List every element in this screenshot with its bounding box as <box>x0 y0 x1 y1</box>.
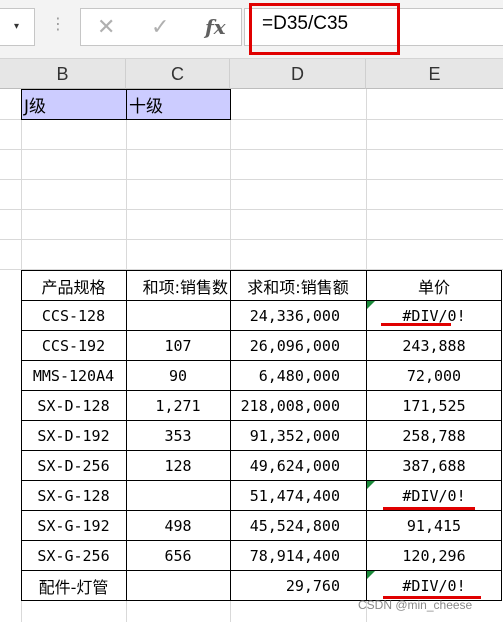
table-cell-spec[interactable]: SX-G-256 <box>21 541 126 570</box>
table-cell-qty[interactable]: 353 <box>126 421 230 450</box>
table-cell-spec[interactable]: SX-D-128 <box>21 391 126 420</box>
enter-icon[interactable]: ✓ <box>151 15 169 40</box>
table-cell-amount[interactable]: 6,480,000 <box>230 361 366 390</box>
table-cell-price-error[interactable]: #DIV/0! <box>366 481 502 510</box>
table-cell-spec[interactable]: SX-D-192 <box>21 421 126 450</box>
column-header-e[interactable]: E <box>366 59 503 89</box>
table-cell-qty[interactable]: 498 <box>126 511 230 540</box>
table-cell-amount[interactable]: 45,524,800 <box>230 511 366 540</box>
table-cell-qty[interactable] <box>126 301 230 330</box>
table-cell-qty[interactable]: 90 <box>126 361 230 390</box>
error-indicator-icon[interactable] <box>367 481 375 489</box>
table-cell-spec[interactable]: SX-G-192 <box>21 511 126 540</box>
table-cell-amount[interactable]: 218,008,000 <box>230 391 366 420</box>
name-box[interactable]: ▾ <box>0 8 35 46</box>
table-cell-amount[interactable]: 78,914,400 <box>230 541 366 570</box>
more-icon: ⋮ <box>50 14 66 33</box>
formula-actions: ✕ ✓ fx <box>80 8 242 46</box>
column-header-d[interactable]: D <box>230 59 366 89</box>
table-cell-spec[interactable]: SX-G-128 <box>21 481 126 510</box>
table-cell-price[interactable]: 120,296 <box>366 541 502 570</box>
table-header-price[interactable]: 单价 <box>366 271 502 300</box>
table-header-amount[interactable]: 求和项:销售额 <box>230 271 366 300</box>
table-cell-price[interactable]: 258,788 <box>366 421 502 450</box>
cell-b-label[interactable]: J级 <box>21 89 127 120</box>
red-underline <box>381 323 451 326</box>
table-cell-qty[interactable] <box>126 481 230 510</box>
table-cell-spec[interactable]: MMS-120A4 <box>21 361 126 390</box>
table-cell-qty[interactable]: 128 <box>126 451 230 480</box>
grid-line <box>0 149 503 150</box>
table-cell-price[interactable]: 72,000 <box>366 361 502 390</box>
table-cell-qty[interactable]: 107 <box>126 331 230 360</box>
cell-c-label[interactable]: 十级 <box>126 89 231 120</box>
grid-line <box>0 239 503 240</box>
chevron-down-icon[interactable]: ▾ <box>14 21 19 32</box>
table-cell-qty[interactable]: 656 <box>126 541 230 570</box>
error-indicator-icon[interactable] <box>367 571 375 579</box>
table-cell-price[interactable]: 387,688 <box>366 451 502 480</box>
table-cell-price[interactable]: 243,888 <box>366 331 502 360</box>
grid-line <box>0 179 503 180</box>
table-cell-amount[interactable]: 29,760 <box>230 571 366 600</box>
table-cell-amount[interactable]: 26,096,000 <box>230 331 366 360</box>
table-header-qty[interactable]: 和项:销售数 <box>126 271 230 300</box>
watermark: CSDN @min_cheese <box>358 598 473 612</box>
table-cell-spec[interactable]: CCS-128 <box>21 301 126 330</box>
table-cell-amount[interactable]: 51,474,400 <box>230 481 366 510</box>
grid-line <box>0 209 503 210</box>
table-cell-amount[interactable]: 49,624,000 <box>230 451 366 480</box>
table-cell-price[interactable]: 91,415 <box>366 511 502 540</box>
table-cell-amount[interactable]: 91,352,000 <box>230 421 366 450</box>
table-cell-spec[interactable]: CCS-192 <box>21 331 126 360</box>
red-underline <box>383 507 475 510</box>
table-header-spec[interactable]: 产品规格 <box>21 271 126 300</box>
table-cell-qty[interactable]: 1,271 <box>126 391 230 420</box>
formula-highlight-box <box>249 3 400 55</box>
table-cell-amount[interactable]: 24,336,000 <box>230 301 366 330</box>
insert-function-icon[interactable]: fx <box>205 15 226 39</box>
table-cell-spec[interactable]: SX-D-256 <box>21 451 126 480</box>
table-cell-spec[interactable]: 配件-灯管 <box>21 571 126 600</box>
column-header-b[interactable]: B <box>0 59 126 89</box>
column-header-c[interactable]: C <box>126 59 230 89</box>
error-indicator-icon[interactable] <box>367 301 375 309</box>
table-cell-qty[interactable] <box>126 571 230 600</box>
cancel-icon[interactable]: ✕ <box>97 15 115 40</box>
table-cell-price[interactable]: 171,525 <box>366 391 502 420</box>
